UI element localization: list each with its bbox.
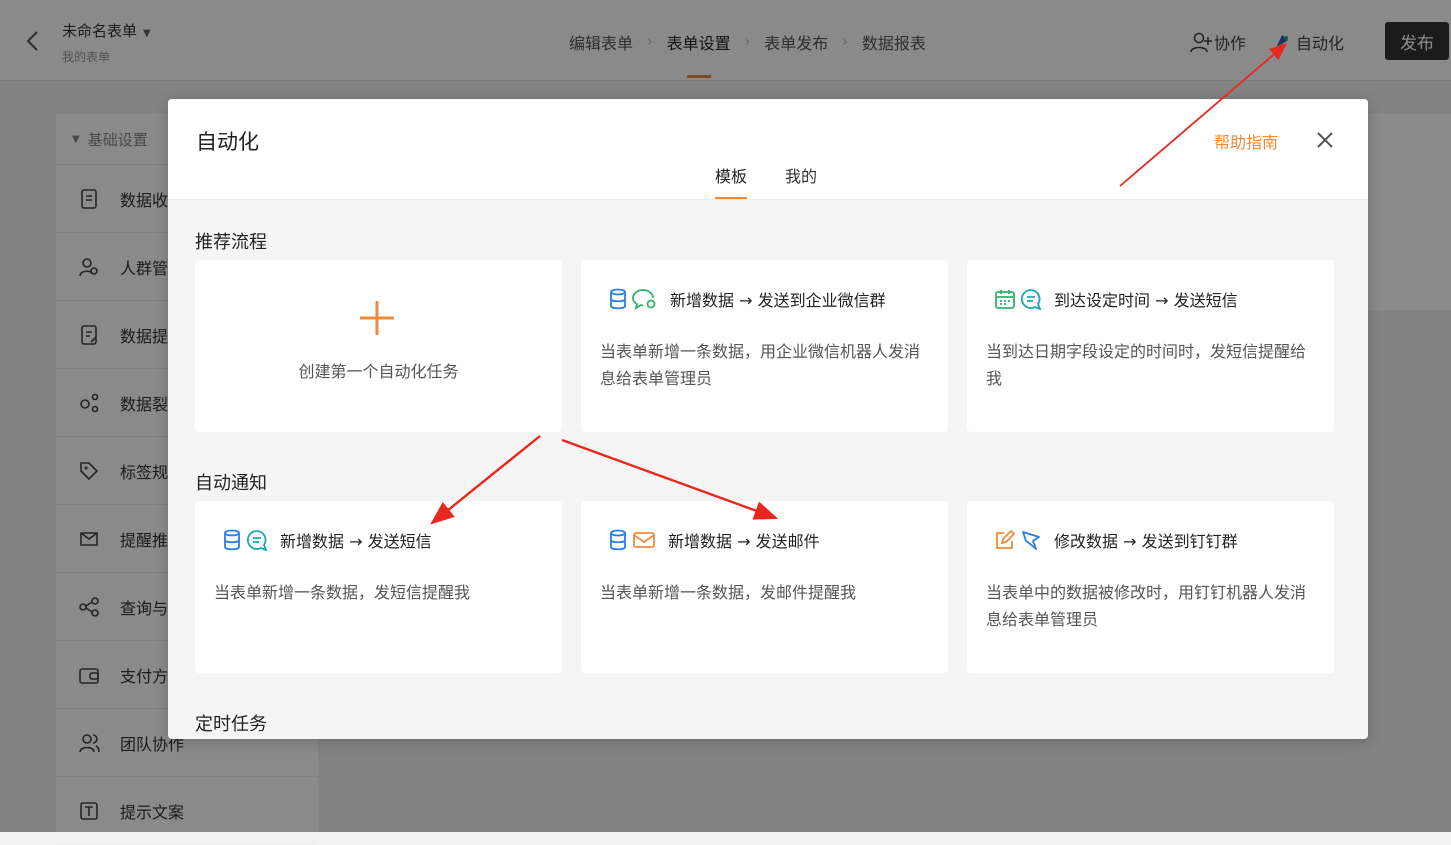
template-card-wecom[interactable]: 新增数据 → 发送到企业微信群 当表单新增一条数据，用企业微信机器人发消息给表单… [581,260,948,432]
automation-modal: 自动化 帮助指南 模板 我的 推荐流程 创建第一个自动化任务 新增数据 → 发送… [168,99,1368,739]
section-title-scheduled: 定时任务 [195,714,267,735]
help-guide-link[interactable]: 帮助指南 [1214,129,1278,153]
tab-templates[interactable]: 模板 [715,163,748,199]
card-title: 新增数据 → 发送短信 [280,532,432,551]
card-description: 当表单新增一条数据，发邮件提醒我 [600,583,857,602]
sms-icon [246,530,268,551]
close-icon[interactable] [1314,129,1336,151]
template-card-email[interactable]: 新增数据 → 发送邮件 当表单新增一条数据，发邮件提醒我 [581,501,948,673]
card-description: 当表单中的数据被修改时，用钉钉机器人发消息给表单管理员 [986,583,1307,629]
template-card-scheduled-sms[interactable]: 到达设定时间 → 发送短信 当到达日期字段设定的时间时，发短信提醒给我 [967,260,1334,432]
database-icon [224,529,240,551]
dingtalk-icon [1022,531,1040,550]
card-title: 新增数据 → 发送邮件 [668,532,820,551]
section-title-recommended: 推荐流程 [195,232,267,253]
card-title: 到达设定时间 → 发送短信 [1054,291,1238,310]
card-description: 当表单新增一条数据，发短信提醒我 [214,583,471,602]
database-icon [610,529,626,551]
mail-icon [633,532,655,548]
wecom-icon [632,289,656,310]
card-description: 当表单新增一条数据，用企业微信机器人发消息给表单管理员 [600,342,921,388]
create-automation-label: 创建第一个自动化任务 [298,362,459,381]
section-title-notify: 自动通知 [195,473,267,494]
template-card-dingtalk[interactable]: 修改数据 → 发送到钉钉群 当表单中的数据被修改时，用钉钉机器人发消息给表单管理… [967,501,1334,673]
calendar-icon [995,290,1015,309]
edit-icon [996,529,1016,549]
modal-tabs: 模板 我的 [715,163,817,199]
create-automation-card[interactable]: 创建第一个自动化任务 [195,260,562,432]
tab-mine[interactable]: 我的 [785,163,817,199]
card-title: 新增数据 → 发送到企业微信群 [670,291,886,310]
plus-icon [360,301,394,335]
modal-title: 自动化 [196,130,259,154]
card-title: 修改数据 → 发送到钉钉群 [1054,532,1238,551]
database-icon [610,288,626,310]
sms-icon [1020,289,1042,310]
card-description: 当到达日期字段设定的时间时，发短信提醒给我 [986,342,1307,388]
template-card-sms[interactable]: 新增数据 → 发送短信 当表单新增一条数据，发短信提醒我 [195,501,562,673]
modal-header: 自动化 帮助指南 模板 我的 [168,99,1368,200]
